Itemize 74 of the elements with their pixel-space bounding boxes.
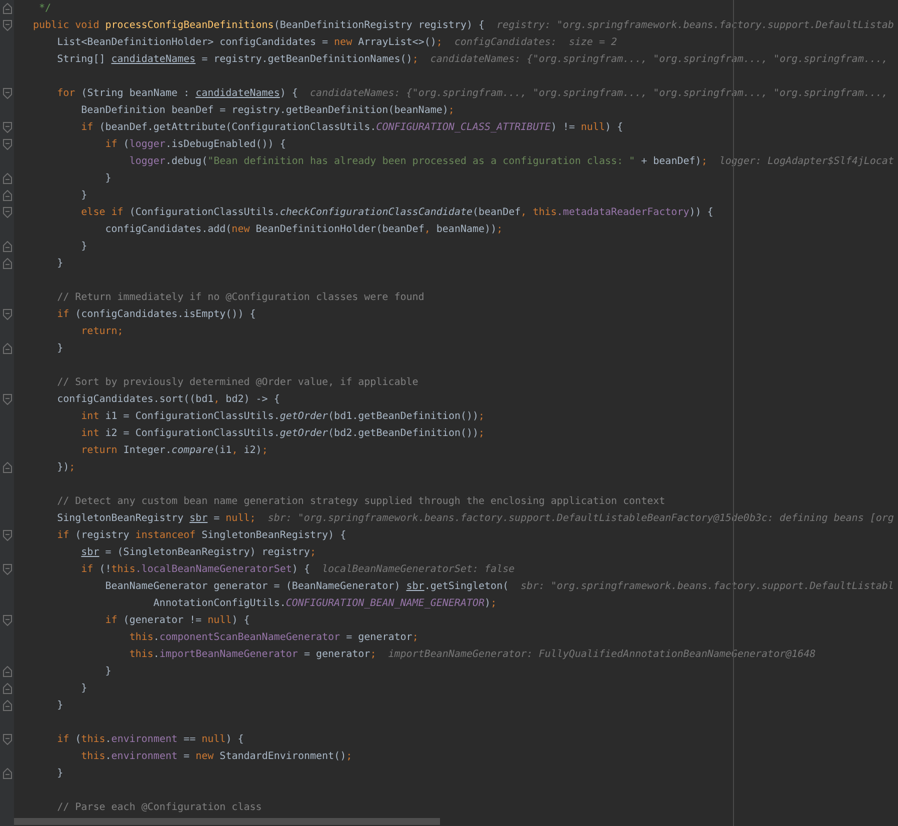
fold-icon[interactable] bbox=[2, 700, 12, 711]
inline-hint: sbr: "org.springframework.beans.factory.support.DefaultListableBeanFactory@15de0b3c: defining beans [org bbox=[268, 512, 894, 525]
fold-icon[interactable] bbox=[2, 173, 12, 184]
fold-icon[interactable] bbox=[2, 20, 12, 31]
code-line: // Return immediately if no @Configuration classes were found bbox=[57, 291, 424, 304]
inline-hint: configCandidates: size = 2 bbox=[454, 36, 618, 49]
fold-icon[interactable] bbox=[2, 343, 12, 354]
fold-icon[interactable] bbox=[2, 309, 12, 320]
code-line: if (beanDef.getAttribute(ConfigurationClassUtils.CONFIGURATION_CLASS_ATTRIBUTE) != null) { bbox=[81, 121, 624, 134]
fold-icon[interactable] bbox=[2, 88, 12, 99]
code-line: } bbox=[81, 240, 88, 253]
code-line: return Integer.compare(i1, i2); bbox=[81, 444, 268, 457]
code-line: this.importBeanNameGenerator = generator; bbox=[129, 648, 376, 661]
code-line: }); bbox=[57, 461, 76, 474]
code-line: // Detect any custom bean name generation strategy supplied through the enclosing application context bbox=[57, 495, 666, 508]
code-line: int i1 = ConfigurationClassUtils.getOrder(bd1.getBeanDefinition()); bbox=[81, 410, 485, 423]
code-line: public void processConfigBeanDefinitions(BeanDefinitionRegistry registry) { bbox=[33, 19, 485, 32]
code-line: else if (ConfigurationClassUtils.checkConfigurationClassCandidate(beanDef, this.metadataReaderFactory)) { bbox=[81, 206, 714, 219]
code-line: List<BeanDefinitionHolder> configCandidates = new ArrayList<>(); bbox=[57, 36, 442, 49]
code-line: } bbox=[57, 257, 64, 270]
fold-icon[interactable] bbox=[2, 615, 12, 626]
code-line: } bbox=[105, 172, 112, 185]
code-line: // Sort by previously determined @Order value, if applicable bbox=[57, 376, 418, 389]
inline-hint: importBeanNameGenerator: FullyQualifiedAnnotationBeanNameGenerator@1648 bbox=[388, 648, 816, 661]
code-line: */ bbox=[39, 2, 52, 15]
code-line: configCandidates.sort((bd1, bd2) -> { bbox=[57, 393, 280, 406]
code-line: AnnotationConfigUtils.CONFIGURATION_BEAN_NAME_GENERATOR); bbox=[153, 597, 497, 610]
fold-icon[interactable] bbox=[2, 683, 12, 694]
code-line: BeanNameGenerator generator = (BeanNameGenerator) sbr.getSingleton( bbox=[105, 580, 509, 593]
fold-icon[interactable] bbox=[2, 139, 12, 150]
inline-hint: logger: LogAdapter$Slf4jLocat bbox=[719, 155, 894, 168]
fold-icon[interactable] bbox=[2, 734, 12, 745]
fold-icon[interactable] bbox=[2, 394, 12, 405]
fold-icon[interactable] bbox=[2, 258, 12, 269]
fold-icon[interactable] bbox=[2, 462, 12, 473]
code-line: SingletonBeanRegistry sbr = null; bbox=[57, 512, 256, 525]
fold-icon[interactable] bbox=[2, 122, 12, 133]
fold-icon[interactable] bbox=[2, 666, 12, 677]
code-line: sbr = (SingletonBeanRegistry) registry; bbox=[81, 546, 316, 559]
code-line: int i2 = ConfigurationClassUtils.getOrder(bd2.getBeanDefinition()); bbox=[81, 427, 485, 440]
inline-hint: sbr: "org.springframework.beans.factory.support.DefaultListabl bbox=[520, 580, 894, 593]
code-line: this.environment = new StandardEnvironment(); bbox=[81, 750, 352, 763]
code-line: String[] candidateNames = registry.getBeanDefinitionNames(); bbox=[57, 53, 418, 66]
inline-hint: candidateNames: {"org.springfram..., "org.springfram..., "org.springfram..., bbox=[430, 53, 888, 66]
code-line: } bbox=[57, 767, 64, 780]
code-line: this.componentScanBeanNameGenerator = generator; bbox=[129, 631, 418, 644]
code-line: logger.debug("Bean definition has already been processed as a configuration class: " + beanDef); bbox=[129, 155, 708, 168]
code-line: } bbox=[105, 665, 112, 678]
fold-icon[interactable] bbox=[2, 207, 12, 218]
code-line: return; bbox=[81, 325, 124, 338]
code-line: if (!this.localBeanNameGeneratorSet) { bbox=[81, 563, 310, 576]
code-line: if (logger.isDebugEnabled()) { bbox=[105, 138, 286, 151]
fold-icon[interactable] bbox=[2, 190, 12, 201]
inline-hint: registry: "org.springframework.beans.factory.support.DefaultListab bbox=[496, 19, 894, 32]
code-line: } bbox=[57, 699, 64, 712]
fold-icon[interactable] bbox=[2, 768, 12, 779]
code-line: } bbox=[81, 682, 88, 695]
code-line: } bbox=[81, 189, 88, 202]
code-line: if (this.environment == null) { bbox=[57, 733, 244, 746]
code-line: // Parse each @Configuration class bbox=[57, 801, 262, 814]
code-line: if (generator != null) { bbox=[105, 614, 250, 627]
inline-hint: candidateNames: {"org.springfram..., "org.springfram..., "org.springfram..., "org.springfram..., bbox=[310, 87, 888, 100]
code-line: if (configCandidates.isEmpty()) { bbox=[57, 308, 256, 321]
inline-hint: localBeanNameGeneratorSet: false bbox=[322, 563, 515, 576]
fold-icon[interactable] bbox=[2, 241, 12, 252]
fold-icon[interactable] bbox=[2, 564, 12, 575]
code-line: } bbox=[57, 342, 64, 355]
code-line: for (String beanName : candidateNames) { bbox=[57, 87, 298, 100]
horizontal-scrollbar[interactable] bbox=[14, 818, 440, 825]
code-line: if (registry instanceof SingletonBeanRegistry) { bbox=[57, 529, 346, 542]
code-line: BeanDefinition beanDef = registry.getBeanDefinition(beanName); bbox=[81, 104, 454, 117]
fold-icon[interactable] bbox=[2, 3, 12, 14]
fold-icon[interactable] bbox=[2, 530, 12, 541]
code-line: configCandidates.add(new BeanDefinitionHolder(beanDef, beanName)); bbox=[105, 223, 503, 236]
